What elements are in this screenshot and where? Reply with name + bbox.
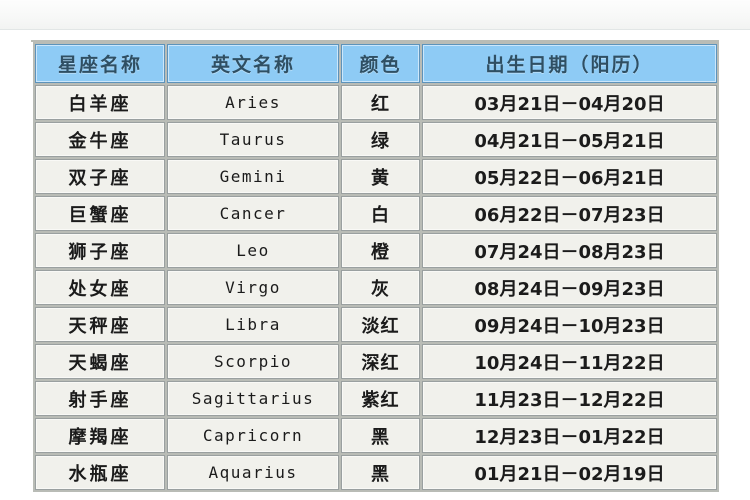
cell-color: 深红: [341, 344, 420, 379]
cell-birth-date: 06月22日－07月23日: [422, 196, 717, 231]
column-header-english-name: 英文名称: [167, 44, 339, 83]
cell-zodiac-name: 射手座: [35, 381, 165, 416]
table-body: 白羊座 Aries 红 03月21日－04月20日 金牛座 Taurus 绿 04月21日－0…: [35, 85, 717, 490]
cell-birth-date: 10月24日－11月22日: [422, 344, 717, 379]
table-row: 天秤座 Libra 淡红 09月24日－10月23日: [35, 307, 717, 342]
cell-color: 紫红: [341, 381, 420, 416]
cell-color: 橙: [341, 233, 420, 268]
cell-color: 黄: [341, 159, 420, 194]
column-header-color: 颜色: [341, 44, 420, 83]
cell-zodiac-name: 水瓶座: [35, 455, 165, 490]
cell-birth-date: 08月24日－09月23日: [422, 270, 717, 305]
zodiac-table: 星座名称 英文名称 颜色 出生日期（阳历） 白羊座 Aries 红 03月21日－04…: [33, 42, 719, 492]
cell-english-name: Virgo: [167, 270, 339, 305]
cell-english-name: Cancer: [167, 196, 339, 231]
cell-zodiac-name: 天秤座: [35, 307, 165, 342]
page-root: ···· ·· ···· 星座名称 英文名称 颜色 出生日期（阳历） 白羊座Ar…: [0, 0, 750, 500]
cell-color: 黑: [341, 418, 420, 453]
table-row: 巨蟹座 Cancer 白 06月22日－07月23日: [35, 196, 717, 231]
table-row: 射手座 Sagittarius 紫红 11月23日－12月22日: [35, 381, 717, 416]
cell-english-name: Scorpio: [167, 344, 339, 379]
table-row: 白羊座 Aries 红 03月21日－04月20日: [35, 85, 717, 120]
cell-english-name: Capricorn: [167, 418, 339, 453]
table-row: 水瓶座 Aquarius 黑 01月21日－02月19日: [35, 455, 717, 490]
cell-birth-date: 03月21日－04月20日: [422, 85, 717, 120]
table-row: 双子座 Gemini 黄 05月22日－06月21日: [35, 159, 717, 194]
cell-zodiac-name: 狮子座: [35, 233, 165, 268]
cell-birth-date: 04月21日－05月21日: [422, 122, 717, 157]
top-cutoff-text: ···· ·· ····: [0, 0, 750, 6]
cell-english-name: Sagittarius: [167, 381, 339, 416]
cell-color: 灰: [341, 270, 420, 305]
cell-color: 黑: [341, 455, 420, 490]
cell-zodiac-name: 白羊座: [35, 85, 165, 120]
top-cutoff-strip: ···· ·· ····: [0, 0, 750, 30]
cell-english-name: Taurus: [167, 122, 339, 157]
table-row: 狮子座 Leo 橙 07月24日－08月23日: [35, 233, 717, 268]
cell-zodiac-name: 双子座: [35, 159, 165, 194]
table-row: 处女座 Virgo 灰 08月24日－09月23日: [35, 270, 717, 305]
cell-english-name: Leo: [167, 233, 339, 268]
cell-birth-date: 01月21日－02月19日: [422, 455, 717, 490]
cell-birth-date: 12月23日－01月22日: [422, 418, 717, 453]
cell-birth-date: 11月23日－12月22日: [422, 381, 717, 416]
cell-english-name: Aries: [167, 85, 339, 120]
cell-zodiac-name: 金牛座: [35, 122, 165, 157]
cell-color: 红: [341, 85, 420, 120]
cell-english-name: Gemini: [167, 159, 339, 194]
table-header-row: 星座名称 英文名称 颜色 出生日期（阳历）: [35, 44, 717, 83]
cell-color: 绿: [341, 122, 420, 157]
cell-birth-date: 07月24日－08月23日: [422, 233, 717, 268]
cell-zodiac-name: 巨蟹座: [35, 196, 165, 231]
table-header: 星座名称 英文名称 颜色 出生日期（阳历）: [35, 44, 717, 83]
cell-zodiac-name: 处女座: [35, 270, 165, 305]
table-row: 天蝎座 Scorpio 深红 10月24日－11月22日: [35, 344, 717, 379]
zodiac-table-container: 星座名称 英文名称 颜色 出生日期（阳历） 白羊座 Aries 红 03月21日－04…: [31, 40, 719, 492]
cell-english-name: Libra: [167, 307, 339, 342]
table-row: 金牛座 Taurus 绿 04月21日－05月21日: [35, 122, 717, 157]
table-row: 摩羯座 Capricorn 黑 12月23日－01月22日: [35, 418, 717, 453]
cell-birth-date: 05月22日－06月21日: [422, 159, 717, 194]
cell-zodiac-name: 天蝎座: [35, 344, 165, 379]
column-header-birth-date: 出生日期（阳历）: [422, 44, 717, 83]
cell-color: 白: [341, 196, 420, 231]
column-header-zodiac-name: 星座名称: [35, 44, 165, 83]
top-divider-rule: [0, 29, 750, 30]
cell-zodiac-name: 摩羯座: [35, 418, 165, 453]
cell-color: 淡红: [341, 307, 420, 342]
cell-english-name: Aquarius: [167, 455, 339, 490]
cell-birth-date: 09月24日－10月23日: [422, 307, 717, 342]
